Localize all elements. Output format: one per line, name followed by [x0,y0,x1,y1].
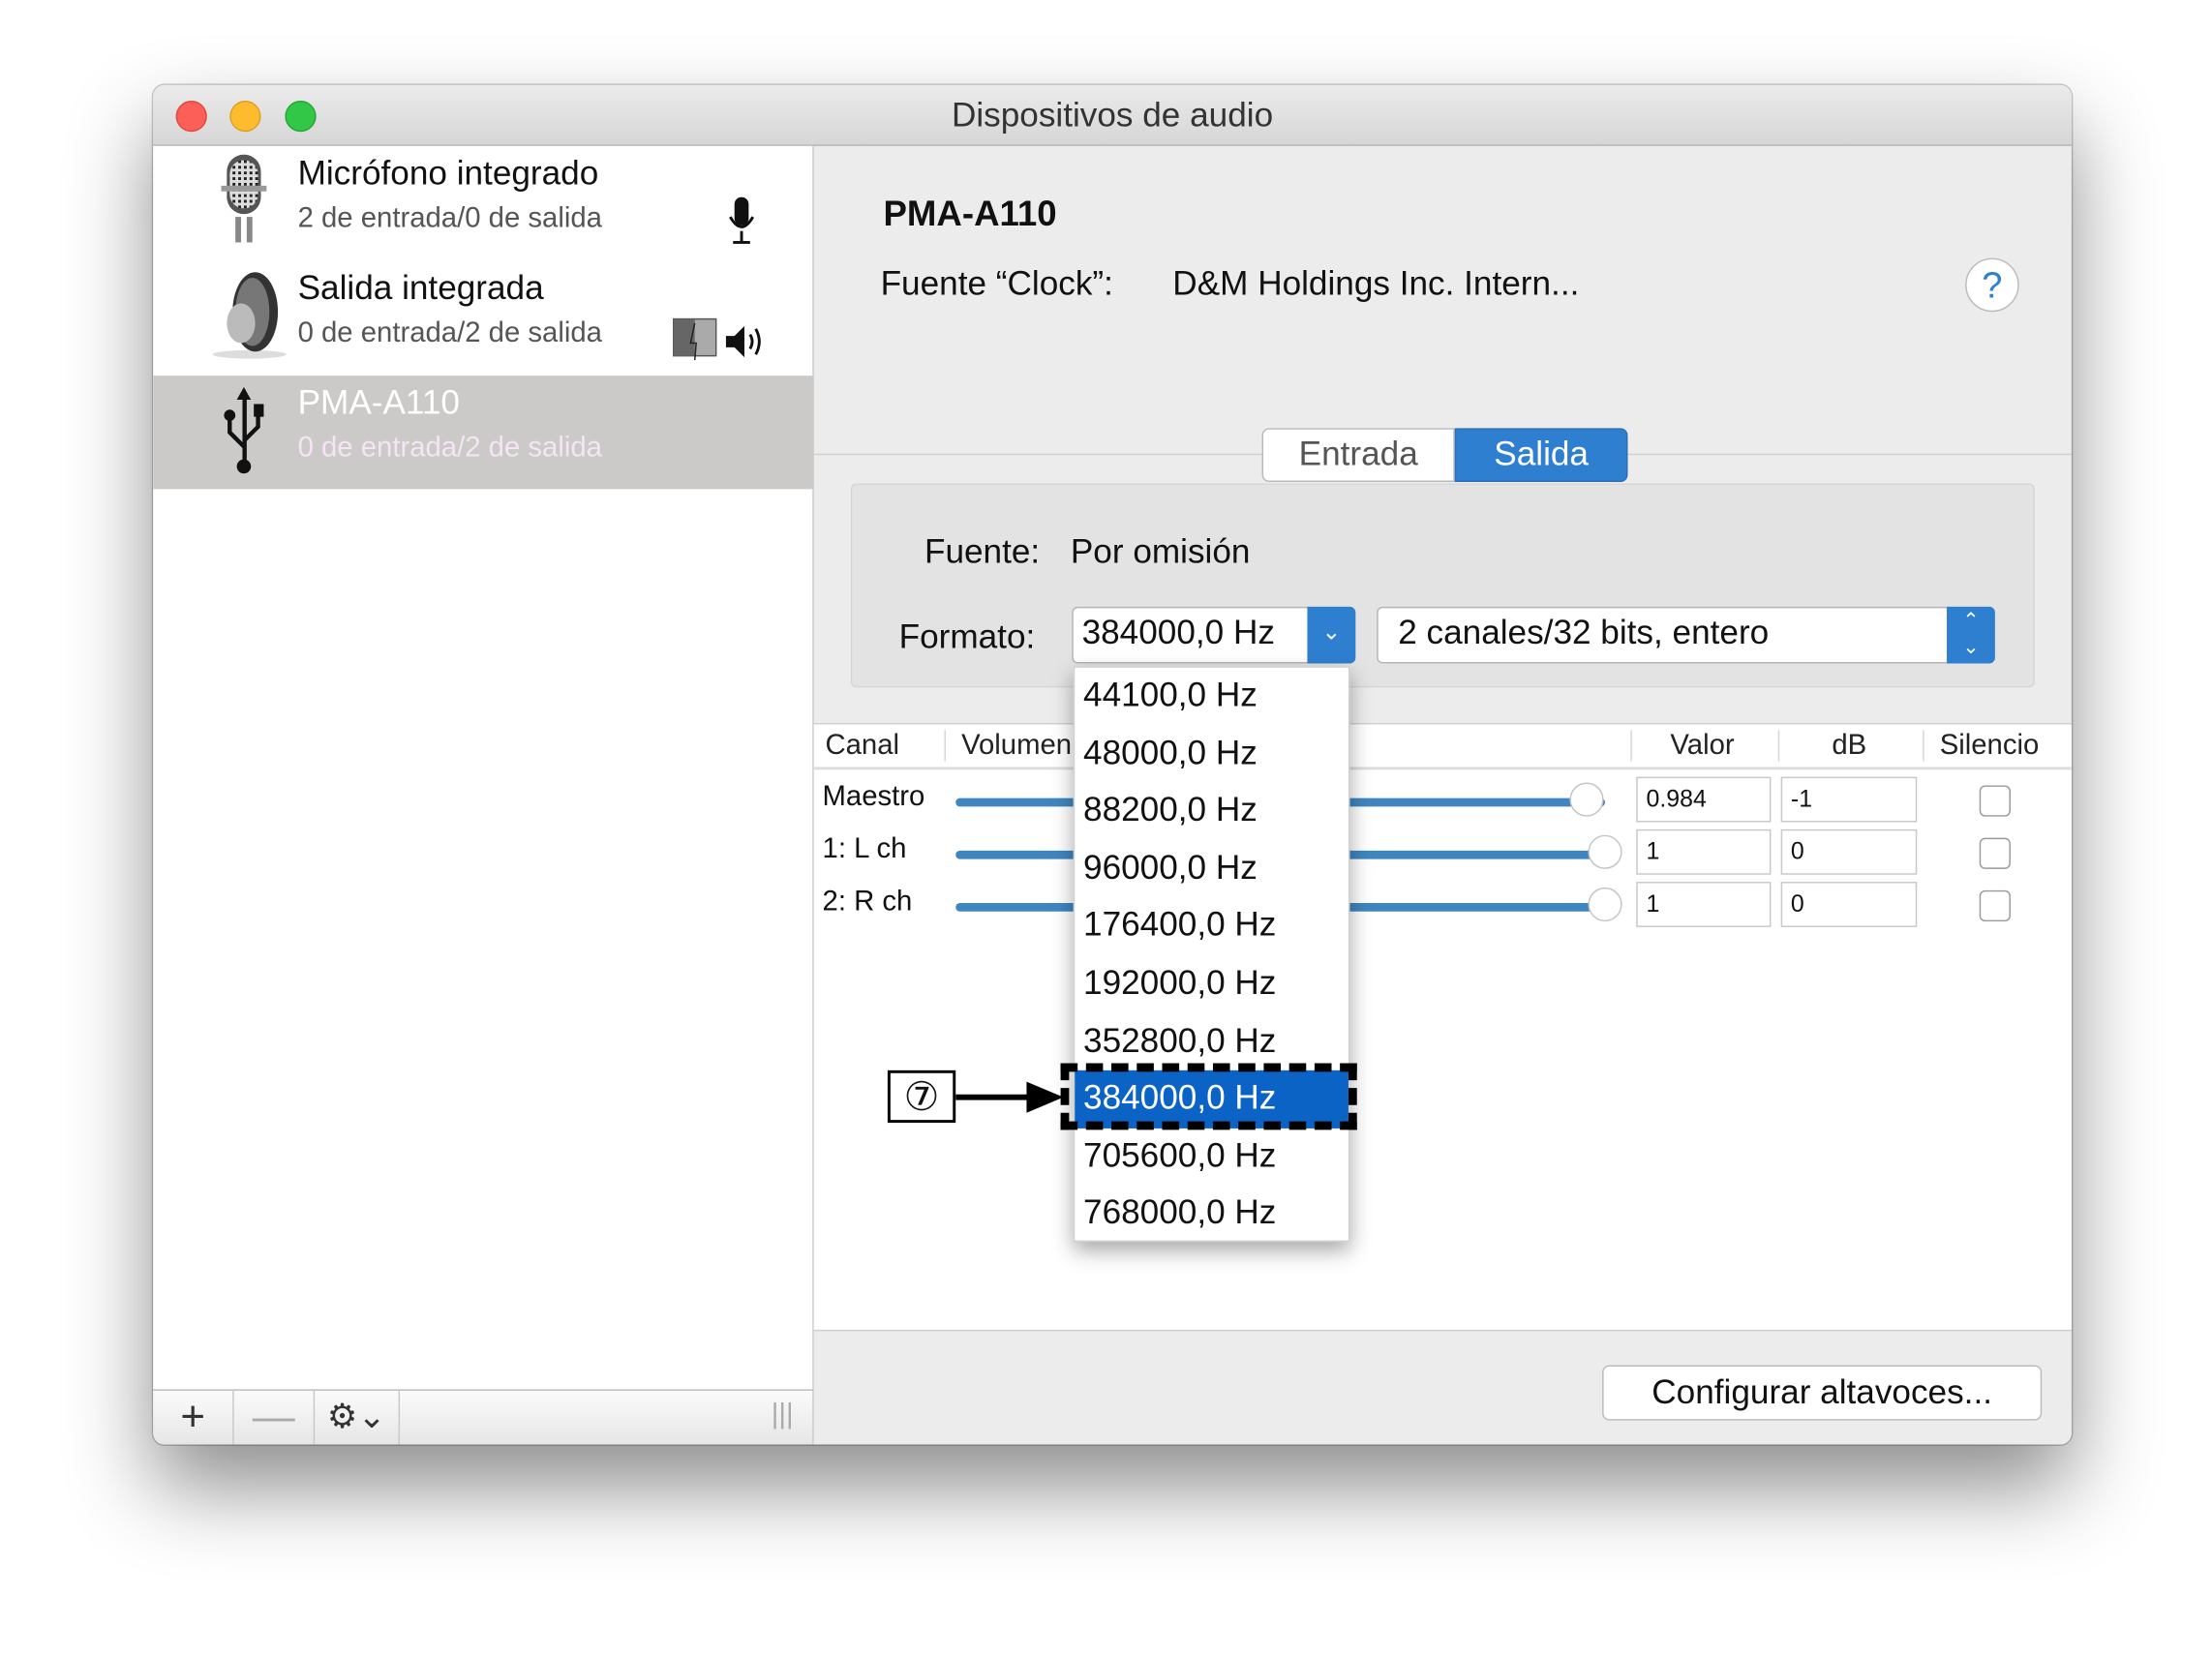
microphone-icon [221,154,267,243]
help-button[interactable]: ? [1965,257,2019,313]
sample-rate-popup[interactable]: 384000,0 Hz ⌄ [1072,606,1356,664]
table-row: 1: L ch 1 0 [814,828,2072,881]
source-value: Por omisión [1070,532,1251,572]
mute-checkbox[interactable] [1979,837,2011,869]
column-separator [1630,730,1632,762]
tab-entrada[interactable]: Entrada [1261,428,1455,482]
sample-rate-menu: 44100,0 Hz 48000,0 Hz 88200,0 Hz 96000,0 Hz… [1073,666,1350,1243]
header-divider [813,767,2072,770]
menu-item[interactable]: 192000,0 Hz [1075,955,1348,1012]
device-channels: 0 de entrada/2 de salida [297,432,602,464]
usb-icon [224,386,264,474]
source-label: Fuente: [924,532,1041,572]
menu-item[interactable]: 96000,0 Hz [1075,840,1348,897]
step-annotation: ⑦ [887,1069,956,1124]
column-separator [1777,730,1780,762]
resize-handle[interactable]: ||| [772,1400,794,1432]
footer: Configurar altavoces... [813,1329,2072,1445]
window-title: Dispositivos de audio [951,96,1274,135]
gear-menu-button[interactable]: ⚙⌄ [315,1390,401,1445]
close-button[interactable] [175,100,207,133]
device-channels: 0 de entrada/2 de salida [297,317,602,349]
table-row: Maestro 0.984 -1 [814,776,2072,828]
format-label: Formato: [898,617,1036,657]
column-header-db: dB [1832,730,1867,762]
menu-item[interactable]: 768000,0 Hz [1075,1186,1348,1243]
device-list: Micrófono integrado 2 de entrada/0 de sa… [153,145,814,1390]
device-name: PMA-A110 [297,383,460,423]
sidebar-toolbar: + — ⚙⌄ ||| [153,1389,814,1445]
device-item-microphone[interactable]: Micrófono integrado 2 de entrada/0 de sa… [153,146,814,261]
zoom-button[interactable] [285,100,317,133]
device-item-pma-a110[interactable]: PMA-A110 0 de entrada/2 de salida [153,376,814,490]
finder-icon [673,317,717,361]
column-separator [944,730,946,762]
volume-slider-knob[interactable] [1588,887,1622,922]
annotation-arrow-icon [955,1081,1064,1113]
menu-item[interactable]: 352800,0 Hz [1075,1013,1348,1070]
add-device-button[interactable]: + [153,1390,234,1445]
chevron-down-icon: ⌄ [1307,606,1356,664]
value-field[interactable]: 1 [1636,882,1772,927]
clock-source-value: D&M Holdings Inc. Intern... [1172,264,1580,304]
column-header-silencio: Silencio [1939,730,2040,762]
volume-slider-knob[interactable] [1588,834,1622,869]
speaker-icon [212,272,287,359]
tab-salida[interactable]: Salida [1454,428,1628,482]
device-item-builtin-output[interactable]: Salida integrada 0 de entrada/2 de salid… [153,261,814,376]
db-field[interactable]: 0 [1780,882,1918,927]
up-down-chevron-icon: ⌃ ⌄ [1947,606,1995,664]
minimize-button[interactable] [229,100,261,133]
value-field[interactable]: 0.984 [1636,776,1772,823]
device-title: PMA-A110 [883,194,1057,234]
device-name: Micrófono integrado [297,154,599,194]
db-field[interactable]: 0 [1780,828,1918,875]
format-group: Fuente: Por omisión Formato: 384000,0 Hz… [850,483,2035,688]
menu-item[interactable]: 88200,0 Hz [1075,783,1348,840]
channel-format-popup[interactable]: 2 canales/32 bits, entero ⌃ ⌄ [1377,606,1995,664]
db-field[interactable]: -1 [1780,776,1918,823]
column-separator [1923,730,1924,762]
remove-device-button[interactable]: — [234,1390,316,1445]
output-default-icon [725,325,761,358]
column-header-canal: Canal [825,730,900,762]
menu-item[interactable]: 48000,0 Hz [1075,725,1348,782]
column-header-valor: Valor [1670,730,1735,762]
clock-source-label: Fuente “Clock”: [880,264,1113,304]
mute-checkbox[interactable] [1979,889,2011,922]
channel-name: Maestro [822,781,925,813]
column-header-volumen: Volumen [961,730,1073,762]
sample-rate-value: 384000,0 Hz [1081,614,1275,652]
menu-item[interactable]: 705600,0 Hz [1075,1129,1348,1186]
input-default-icon [729,196,755,244]
channel-format-value: 2 canales/32 bits, entero [1398,614,1770,652]
configure-speakers-button[interactable]: Configurar altavoces... [1602,1365,2043,1421]
volume-slider-knob[interactable] [1568,782,1604,817]
channel-volume-table: Canal Volumen Valor dB Silencio Maestro … [813,722,2072,1330]
value-field[interactable]: 1 [1636,828,1772,875]
device-detail-panel: PMA-A110 Fuente “Clock”: D&M Holdings In… [813,146,2072,1445]
device-name: Salida integrada [297,269,544,308]
menu-item[interactable]: 44100,0 Hz [1075,668,1348,725]
menu-item[interactable]: 176400,0 Hz [1075,898,1348,955]
channel-name: 2: R ch [822,886,913,918]
channel-name: 1: L ch [822,833,907,865]
device-channels: 2 de entrada/0 de salida [297,202,602,234]
title-bar: Dispositivos de audio [153,84,2072,146]
table-row: 2: R ch 1 0 [814,882,2072,933]
highlight-dashed-box [1060,1063,1357,1130]
mute-checkbox[interactable] [1979,785,2011,817]
